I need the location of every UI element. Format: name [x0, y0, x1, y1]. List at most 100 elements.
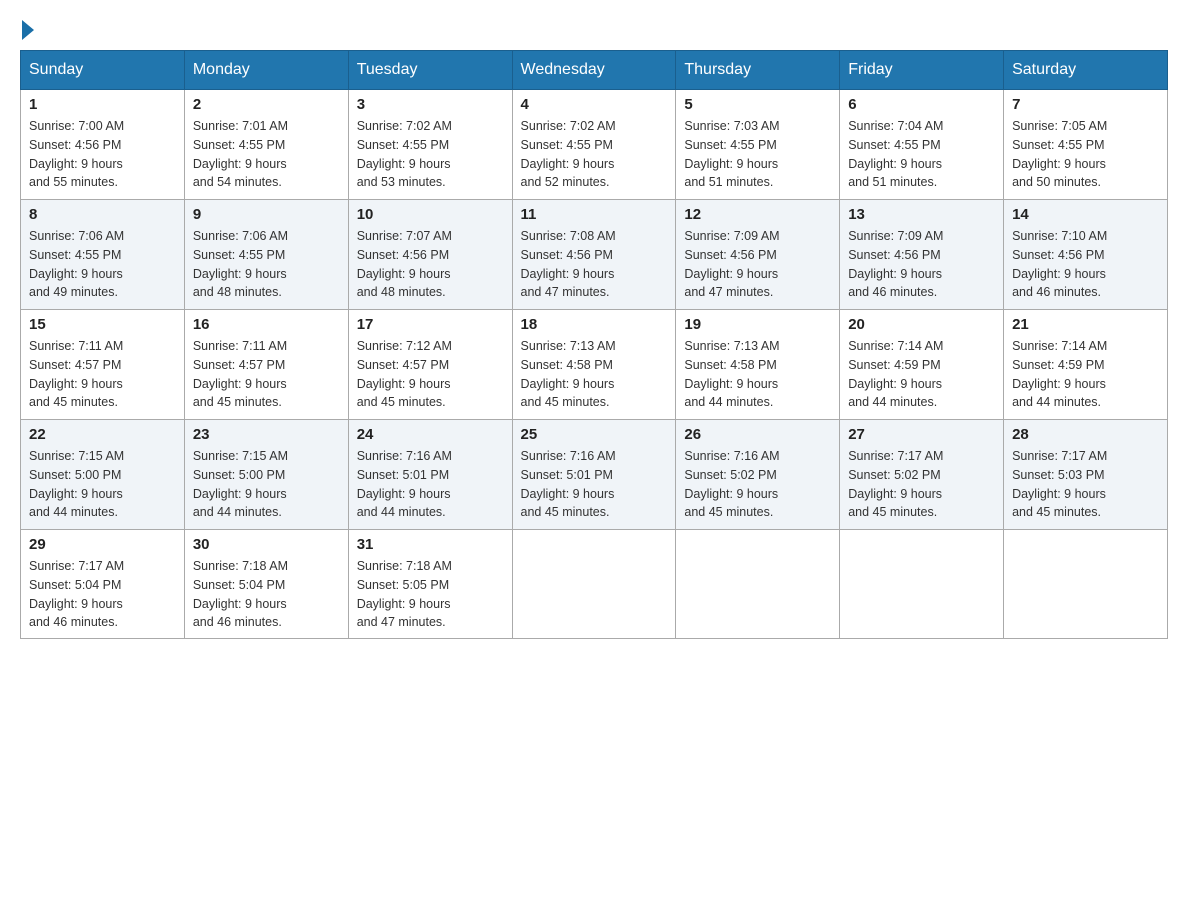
day-info: Sunrise: 7:18 AMSunset: 5:05 PMDaylight:…	[357, 557, 504, 632]
day-number: 3	[357, 96, 504, 113]
day-number: 6	[848, 96, 995, 113]
day-number: 11	[521, 206, 668, 223]
weekday-header-wednesday: Wednesday	[512, 51, 676, 90]
weekday-header-tuesday: Tuesday	[348, 51, 512, 90]
calendar-day-cell: 25 Sunrise: 7:16 AMSunset: 5:01 PMDayligh…	[512, 420, 676, 530]
calendar-day-cell: 10 Sunrise: 7:07 AMSunset: 4:56 PMDayligh…	[348, 200, 512, 310]
calendar-day-cell: 16 Sunrise: 7:11 AMSunset: 4:57 PMDayligh…	[184, 310, 348, 420]
day-info: Sunrise: 7:16 AMSunset: 5:01 PMDaylight:…	[357, 447, 504, 522]
day-number: 23	[193, 426, 340, 443]
day-info: Sunrise: 7:17 AMSunset: 5:03 PMDaylight:…	[1012, 447, 1159, 522]
day-info: Sunrise: 7:09 AMSunset: 4:56 PMDaylight:…	[684, 227, 831, 302]
calendar-table: SundayMondayTuesdayWednesdayThursdayFrid…	[20, 50, 1168, 639]
calendar-week-row: 8 Sunrise: 7:06 AMSunset: 4:55 PMDaylight…	[21, 200, 1168, 310]
day-number: 7	[1012, 96, 1159, 113]
calendar-day-cell: 17Sunrise: 7:12 AMSunset: 4:57 PMDayligh…	[348, 310, 512, 420]
day-number: 27	[848, 426, 995, 443]
day-number: 16	[193, 316, 340, 333]
day-info: Sunrise: 7:04 AMSunset: 4:55 PMDaylight:…	[848, 117, 995, 192]
day-info: Sunrise: 7:12 AMSunset: 4:57 PMDaylight:…	[357, 337, 504, 412]
calendar-day-cell	[840, 530, 1004, 639]
day-number: 12	[684, 206, 831, 223]
day-number: 21	[1012, 316, 1159, 333]
day-info: Sunrise: 7:11 AMSunset: 4:57 PMDaylight:…	[193, 337, 340, 412]
calendar-week-row: 1 Sunrise: 7:00 AMSunset: 4:56 PMDaylight…	[21, 90, 1168, 200]
day-number: 9	[193, 206, 340, 223]
day-info: Sunrise: 7:09 AMSunset: 4:56 PMDaylight:…	[848, 227, 995, 302]
calendar-day-cell: 2Sunrise: 7:01 AMSunset: 4:55 PMDaylight…	[184, 90, 348, 200]
calendar-day-cell: 28 Sunrise: 7:17 AMSunset: 5:03 PMDayligh…	[1004, 420, 1168, 530]
day-info: Sunrise: 7:07 AMSunset: 4:56 PMDaylight:…	[357, 227, 504, 302]
page-header	[20, 20, 1168, 40]
day-info: Sunrise: 7:17 AMSunset: 5:02 PMDaylight:…	[848, 447, 995, 522]
calendar-day-cell: 11 Sunrise: 7:08 AMSunset: 4:56 PMDayligh…	[512, 200, 676, 310]
day-number: 24	[357, 426, 504, 443]
day-info: Sunrise: 7:15 AMSunset: 5:00 PMDaylight:…	[193, 447, 340, 522]
day-number: 15	[29, 316, 176, 333]
day-info: Sunrise: 7:02 AMSunset: 4:55 PMDaylight:…	[357, 117, 504, 192]
day-info: Sunrise: 7:02 AMSunset: 4:55 PMDaylight:…	[521, 117, 668, 192]
calendar-day-cell: 21Sunrise: 7:14 AMSunset: 4:59 PMDayligh…	[1004, 310, 1168, 420]
calendar-week-row: 22 Sunrise: 7:15 AMSunset: 5:00 PMDayligh…	[21, 420, 1168, 530]
day-number: 20	[848, 316, 995, 333]
day-info: Sunrise: 7:11 AMSunset: 4:57 PMDaylight:…	[29, 337, 176, 412]
day-number: 26	[684, 426, 831, 443]
calendar-day-cell: 5 Sunrise: 7:03 AMSunset: 4:55 PMDaylight…	[676, 90, 840, 200]
day-number: 1	[29, 96, 176, 113]
day-info: Sunrise: 7:13 AMSunset: 4:58 PMDaylight:…	[521, 337, 668, 412]
calendar-day-cell	[512, 530, 676, 639]
calendar-day-cell: 6 Sunrise: 7:04 AMSunset: 4:55 PMDaylight…	[840, 90, 1004, 200]
calendar-day-cell: 26Sunrise: 7:16 AMSunset: 5:02 PMDayligh…	[676, 420, 840, 530]
calendar-day-cell: 24 Sunrise: 7:16 AMSunset: 5:01 PMDayligh…	[348, 420, 512, 530]
calendar-day-cell: 19Sunrise: 7:13 AMSunset: 4:58 PMDayligh…	[676, 310, 840, 420]
day-number: 28	[1012, 426, 1159, 443]
calendar-day-cell: 27 Sunrise: 7:17 AMSunset: 5:02 PMDayligh…	[840, 420, 1004, 530]
logo	[20, 20, 36, 40]
day-number: 10	[357, 206, 504, 223]
calendar-day-cell	[1004, 530, 1168, 639]
calendar-day-cell: 29 Sunrise: 7:17 AMSunset: 5:04 PMDayligh…	[21, 530, 185, 639]
day-info: Sunrise: 7:08 AMSunset: 4:56 PMDaylight:…	[521, 227, 668, 302]
calendar-day-cell: 12 Sunrise: 7:09 AMSunset: 4:56 PMDayligh…	[676, 200, 840, 310]
day-info: Sunrise: 7:14 AMSunset: 4:59 PMDaylight:…	[848, 337, 995, 412]
day-number: 25	[521, 426, 668, 443]
day-number: 14	[1012, 206, 1159, 223]
day-number: 29	[29, 536, 176, 553]
day-info: Sunrise: 7:16 AMSunset: 5:01 PMDaylight:…	[521, 447, 668, 522]
day-info: Sunrise: 7:17 AMSunset: 5:04 PMDaylight:…	[29, 557, 176, 632]
day-info: Sunrise: 7:06 AMSunset: 4:55 PMDaylight:…	[193, 227, 340, 302]
day-number: 31	[357, 536, 504, 553]
calendar-day-cell: 14 Sunrise: 7:10 AMSunset: 4:56 PMDayligh…	[1004, 200, 1168, 310]
logo-arrow-icon	[22, 20, 34, 40]
day-info: Sunrise: 7:15 AMSunset: 5:00 PMDaylight:…	[29, 447, 176, 522]
weekday-header-friday: Friday	[840, 51, 1004, 90]
calendar-day-cell: 9 Sunrise: 7:06 AMSunset: 4:55 PMDaylight…	[184, 200, 348, 310]
calendar-day-cell: 13 Sunrise: 7:09 AMSunset: 4:56 PMDayligh…	[840, 200, 1004, 310]
weekday-header-saturday: Saturday	[1004, 51, 1168, 90]
day-number: 8	[29, 206, 176, 223]
day-info: Sunrise: 7:00 AMSunset: 4:56 PMDaylight:…	[29, 117, 176, 192]
calendar-day-cell: 31 Sunrise: 7:18 AMSunset: 5:05 PMDayligh…	[348, 530, 512, 639]
day-info: Sunrise: 7:10 AMSunset: 4:56 PMDaylight:…	[1012, 227, 1159, 302]
day-number: 30	[193, 536, 340, 553]
day-number: 18	[521, 316, 668, 333]
calendar-header: SundayMondayTuesdayWednesdayThursdayFrid…	[21, 51, 1168, 90]
day-number: 4	[521, 96, 668, 113]
calendar-day-cell: 22 Sunrise: 7:15 AMSunset: 5:00 PMDayligh…	[21, 420, 185, 530]
weekday-header-monday: Monday	[184, 51, 348, 90]
day-info: Sunrise: 7:05 AMSunset: 4:55 PMDaylight:…	[1012, 117, 1159, 192]
calendar-day-cell: 1 Sunrise: 7:00 AMSunset: 4:56 PMDaylight…	[21, 90, 185, 200]
day-info: Sunrise: 7:06 AMSunset: 4:55 PMDaylight:…	[29, 227, 176, 302]
calendar-week-row: 15 Sunrise: 7:11 AMSunset: 4:57 PMDayligh…	[21, 310, 1168, 420]
calendar-body: 1 Sunrise: 7:00 AMSunset: 4:56 PMDaylight…	[21, 90, 1168, 639]
day-info: Sunrise: 7:03 AMSunset: 4:55 PMDaylight:…	[684, 117, 831, 192]
weekday-header-sunday: Sunday	[21, 51, 185, 90]
calendar-day-cell: 7 Sunrise: 7:05 AMSunset: 4:55 PMDaylight…	[1004, 90, 1168, 200]
weekday-header-thursday: Thursday	[676, 51, 840, 90]
day-number: 5	[684, 96, 831, 113]
day-number: 13	[848, 206, 995, 223]
calendar-day-cell: 8 Sunrise: 7:06 AMSunset: 4:55 PMDaylight…	[21, 200, 185, 310]
calendar-day-cell: 18 Sunrise: 7:13 AMSunset: 4:58 PMDayligh…	[512, 310, 676, 420]
day-number: 22	[29, 426, 176, 443]
day-info: Sunrise: 7:18 AMSunset: 5:04 PMDaylight:…	[193, 557, 340, 632]
